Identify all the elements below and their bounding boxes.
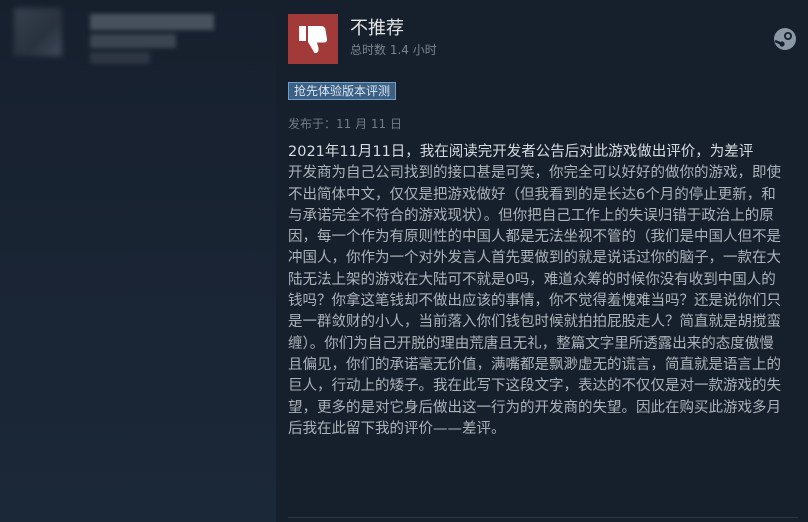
hours-played: 总时数 1.4 小时 xyxy=(350,43,437,57)
review-panel: 不推荐 总时数 1.4 小时 抢先体验版本评测 发布于：11 月 11 日 20… xyxy=(276,0,808,522)
review-text: 开发商为自己公司找到的接口甚是可笑，你完全可以好好的做你的游戏，即使不出简体中文… xyxy=(288,165,781,437)
early-access-badge: 抢先体验版本评测 xyxy=(288,82,397,100)
divider xyxy=(288,517,798,518)
vote-header[interactable]: 不推荐 总时数 1.4 小时 xyxy=(288,14,798,68)
reviewer-name-blurred[interactable] xyxy=(90,14,220,72)
avatar[interactable] xyxy=(14,8,62,56)
steam-icon xyxy=(772,26,798,52)
thumbs-down-icon xyxy=(288,14,338,64)
reviewer-panel xyxy=(0,0,276,522)
verdict-title[interactable]: 不推荐 xyxy=(350,18,404,40)
posted-date: 发布于：11 月 11 日 xyxy=(288,117,402,131)
review-body: 2021年11月11日，我在阅读完开发者公告后对此游戏做出评价，为差评 开发商为… xyxy=(288,142,788,440)
review-first-line: 2021年11月11日，我在阅读完开发者公告后对此游戏做出评价，为差评 xyxy=(288,144,754,160)
